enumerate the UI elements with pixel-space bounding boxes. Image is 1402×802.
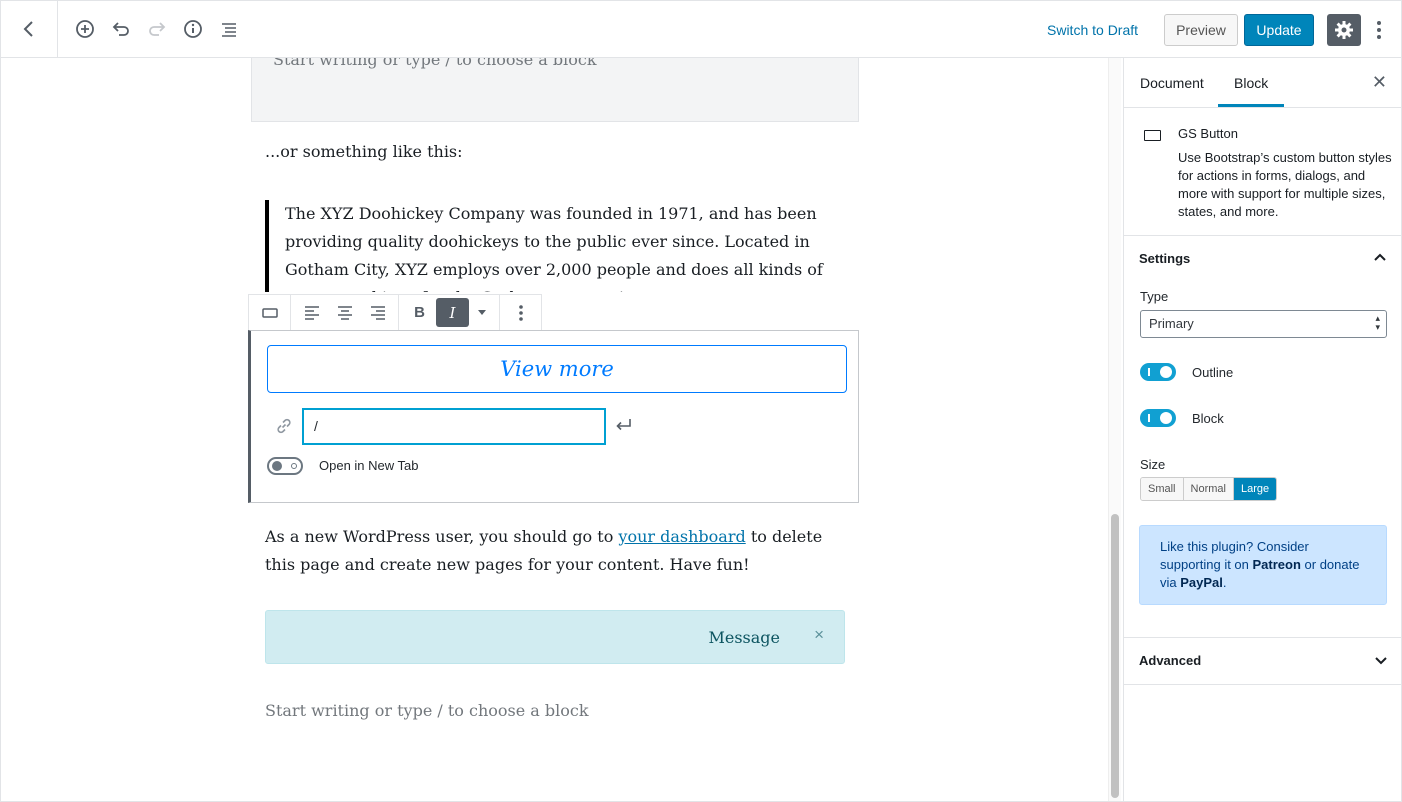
support-notice: Like this plugin? Consider supporting it… [1139, 525, 1387, 605]
alignment-group [291, 295, 399, 330]
back-arrow-icon[interactable] [15, 15, 43, 43]
patreon-text: Patreon [1252, 557, 1301, 572]
view-more-button[interactable]: View more [267, 345, 847, 393]
italic-button[interactable]: I [436, 298, 469, 327]
toggle-on-indicator [1148, 368, 1150, 376]
button-block-icon[interactable] [253, 298, 286, 327]
block-card: GS Button Use Bootstrap’s custom button … [1124, 108, 1401, 236]
toggle-knob [272, 461, 282, 471]
type-label: Type [1140, 289, 1169, 304]
more-options-group [500, 295, 541, 330]
empty-block-placeholder[interactable]: Start writing or type / to choose a bloc… [251, 58, 859, 122]
info-icon[interactable] [179, 15, 207, 43]
alert-block[interactable]: Message × [265, 610, 845, 664]
block-name: GS Button [1178, 126, 1238, 141]
toggle-on-indicator [1148, 414, 1150, 422]
button-block-icon [1144, 130, 1161, 141]
settings-sidebar: Document Block ✕ GS Button Use Bootstrap… [1123, 58, 1402, 801]
paragraph-block[interactable]: As a new WordPress user, you should go t… [265, 523, 855, 579]
advanced-panel-title: Advanced [1139, 653, 1202, 668]
redo-icon[interactable] [143, 15, 171, 43]
outline-toggle[interactable] [1140, 363, 1176, 381]
tab-document[interactable]: Document [1140, 75, 1204, 91]
type-select-value: Primary [1149, 316, 1194, 331]
alert-message: Message [708, 628, 780, 647]
block-label: Block [1192, 411, 1224, 426]
toggle-knob [1160, 412, 1172, 424]
settings-toggle-button[interactable] [1327, 14, 1361, 46]
editor-scrollbar-thumb[interactable] [1111, 514, 1119, 798]
size-small-button[interactable]: Small [1141, 478, 1184, 500]
size-button-group: Small Normal Large [1140, 477, 1278, 501]
switch-to-draft-button[interactable]: Switch to Draft [1037, 19, 1148, 41]
dashboard-link[interactable]: your dashboard [618, 527, 745, 546]
paypal-text: PayPal [1180, 575, 1223, 590]
alert-close-icon[interactable]: × [814, 625, 824, 645]
size-label: Size [1140, 457, 1166, 472]
settings-panel-toggle[interactable]: Settings [1124, 236, 1401, 282]
undo-icon[interactable] [107, 15, 135, 43]
open-new-tab-label: Open in New Tab [319, 458, 419, 473]
paragraph-text: As a new WordPress user, you should go t… [265, 527, 619, 546]
outline-label: Outline [1192, 365, 1234, 380]
bold-button[interactable]: B [403, 298, 436, 327]
list-view-icon[interactable] [215, 15, 243, 43]
update-button[interactable]: Update [1244, 14, 1314, 46]
placeholder-text: Start writing or type / to choose a bloc… [273, 58, 597, 69]
caret-down-icon[interactable] [469, 298, 495, 327]
apply-link-icon[interactable] [615, 417, 633, 436]
url-input[interactable]: / [303, 409, 605, 444]
block-description: Use Bootstrap’s custom button styles for… [1178, 150, 1392, 219]
sidebar-tabs: Document Block ✕ [1124, 58, 1401, 108]
more-vertical-icon[interactable] [1369, 15, 1389, 45]
block-type-group [249, 295, 291, 330]
block-toolbar: B I [248, 294, 542, 331]
gear-icon [1335, 21, 1353, 39]
size-normal-button[interactable]: Normal [1183, 478, 1234, 500]
block-width-toggle[interactable] [1140, 409, 1176, 427]
header-divider [57, 1, 58, 58]
quote-block[interactable]: The XYZ Doohickey Company was founded in… [265, 200, 855, 292]
close-icon[interactable]: ✕ [1372, 72, 1387, 93]
align-left-icon[interactable] [295, 298, 328, 327]
link-icon [275, 417, 293, 439]
gs-button-block[interactable]: View more / Open in New Tab [248, 330, 859, 503]
more-vertical-icon[interactable] [504, 298, 537, 327]
editor-canvas: Start writing or type / to choose a bloc… [1, 58, 1121, 801]
chevron-down-icon [1374, 653, 1388, 672]
align-right-icon[interactable] [361, 298, 394, 327]
open-new-tab-toggle[interactable] [267, 457, 303, 475]
add-block-icon[interactable] [71, 15, 99, 43]
empty-block-placeholder[interactable]: Start writing or type / to choose a bloc… [265, 701, 589, 720]
paragraph-block[interactable]: ...or something like this: [265, 142, 463, 161]
promo-text: . [1222, 575, 1227, 590]
preview-button[interactable]: Preview [1164, 14, 1238, 46]
advanced-panel-toggle[interactable]: Advanced [1124, 637, 1402, 685]
toggle-knob [1160, 366, 1172, 378]
settings-panel-title: Settings [1139, 251, 1191, 266]
tab-block[interactable]: Block [1217, 75, 1285, 107]
align-center-icon[interactable] [328, 298, 361, 327]
format-group: B I [399, 295, 500, 330]
type-select[interactable]: Primary ▴ ▾ [1140, 310, 1387, 338]
size-large-button[interactable]: Large [1233, 478, 1277, 500]
editor-header: Switch to Draft Preview Update [1, 1, 1401, 58]
toggle-off-indicator [291, 463, 297, 469]
chevron-up-icon [1373, 251, 1387, 270]
select-arrows-icon: ▴ ▾ [1375, 313, 1380, 332]
